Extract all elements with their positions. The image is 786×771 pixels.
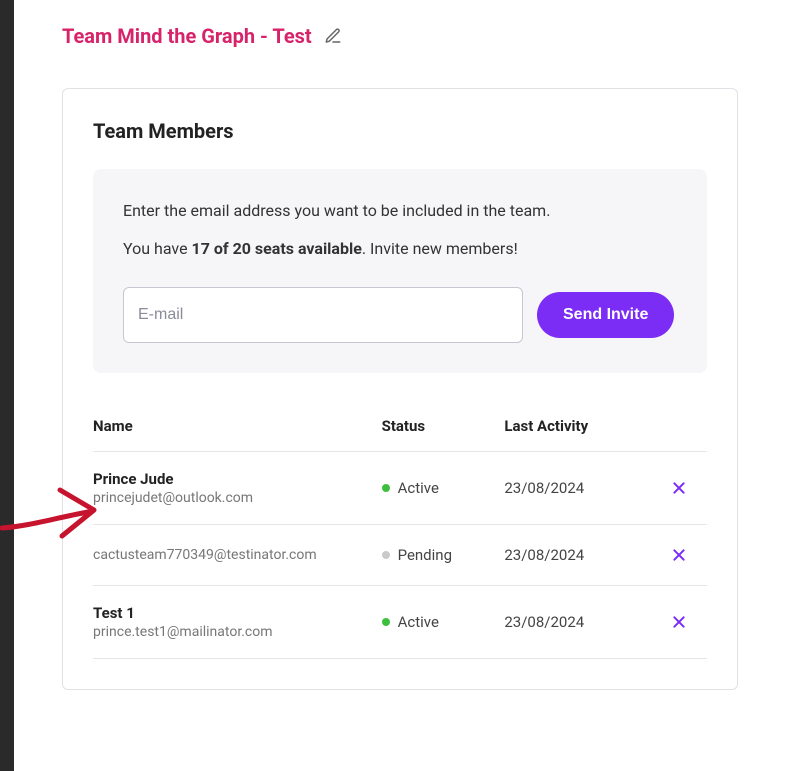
seats-post: . Invite new members!: [362, 239, 518, 258]
close-icon: [671, 614, 687, 630]
member-name: Test 1: [93, 604, 382, 622]
seats-bold: 17 of 20 seats available: [192, 239, 362, 258]
member-email: prince.test1@mailinator.com: [93, 624, 382, 640]
remove-member-button[interactable]: [667, 476, 691, 500]
cell-name: Test 1 prince.test1@mailinator.com: [93, 586, 382, 659]
send-invite-button[interactable]: Send Invite: [537, 292, 674, 338]
cell-action: [652, 452, 707, 525]
cell-status: Active: [382, 586, 505, 659]
col-header-activity: Last Activity: [504, 407, 651, 452]
member-email: princejudet@outlook.com: [93, 490, 382, 506]
col-header-action: [652, 407, 707, 452]
status-dot-pending-icon: [382, 551, 390, 559]
cell-activity: 23/08/2024: [504, 586, 651, 659]
status-label: Pending: [398, 546, 452, 564]
status-label: Active: [398, 613, 439, 631]
cell-activity: 23/08/2024: [504, 452, 651, 525]
edit-icon[interactable]: [324, 27, 342, 45]
page-title-row: Team Mind the Graph - Test: [62, 24, 738, 48]
email-input[interactable]: [123, 287, 523, 343]
col-header-name: Name: [93, 407, 382, 452]
members-table: Name Status Last Activity Prince Jude pri…: [93, 407, 707, 659]
table-row: cactusteam770349@testinator.com Pending 23…: [93, 525, 707, 586]
cell-activity: 23/08/2024: [504, 525, 651, 586]
table-row: Prince Jude princejudet@outlook.com Active…: [93, 452, 707, 525]
close-icon: [671, 480, 687, 496]
cell-name: Prince Jude princejudet@outlook.com: [93, 452, 382, 525]
invite-row: Send Invite: [123, 287, 677, 343]
invite-seats: You have 17 of 20 seats available. Invit…: [123, 237, 677, 261]
seats-pre: You have: [123, 239, 192, 258]
close-icon: [671, 547, 687, 563]
cell-action: [652, 525, 707, 586]
team-members-card: Team Members Enter the email address you…: [62, 88, 738, 690]
section-title: Team Members: [93, 119, 707, 143]
content-area: Team Mind the Graph - Test Team Members …: [14, 0, 786, 714]
remove-member-button[interactable]: [667, 543, 691, 567]
member-name: Prince Jude: [93, 470, 382, 488]
invite-intro: Enter the email address you want to be i…: [123, 199, 677, 223]
cell-action: [652, 586, 707, 659]
status-dot-active-icon: [382, 618, 390, 626]
invite-box: Enter the email address you want to be i…: [93, 169, 707, 373]
table-row: Test 1 prince.test1@mailinator.com Active 2…: [93, 586, 707, 659]
status-dot-active-icon: [382, 484, 390, 492]
status-label: Active: [398, 479, 439, 497]
member-email: cactusteam770349@testinator.com: [93, 547, 382, 563]
remove-member-button[interactable]: [667, 610, 691, 634]
page-title: Team Mind the Graph - Test: [62, 24, 312, 48]
cell-name: cactusteam770349@testinator.com: [93, 525, 382, 586]
col-header-status: Status: [382, 407, 505, 452]
cell-status: Active: [382, 452, 505, 525]
side-strip: [0, 0, 14, 771]
cell-status: Pending: [382, 525, 505, 586]
